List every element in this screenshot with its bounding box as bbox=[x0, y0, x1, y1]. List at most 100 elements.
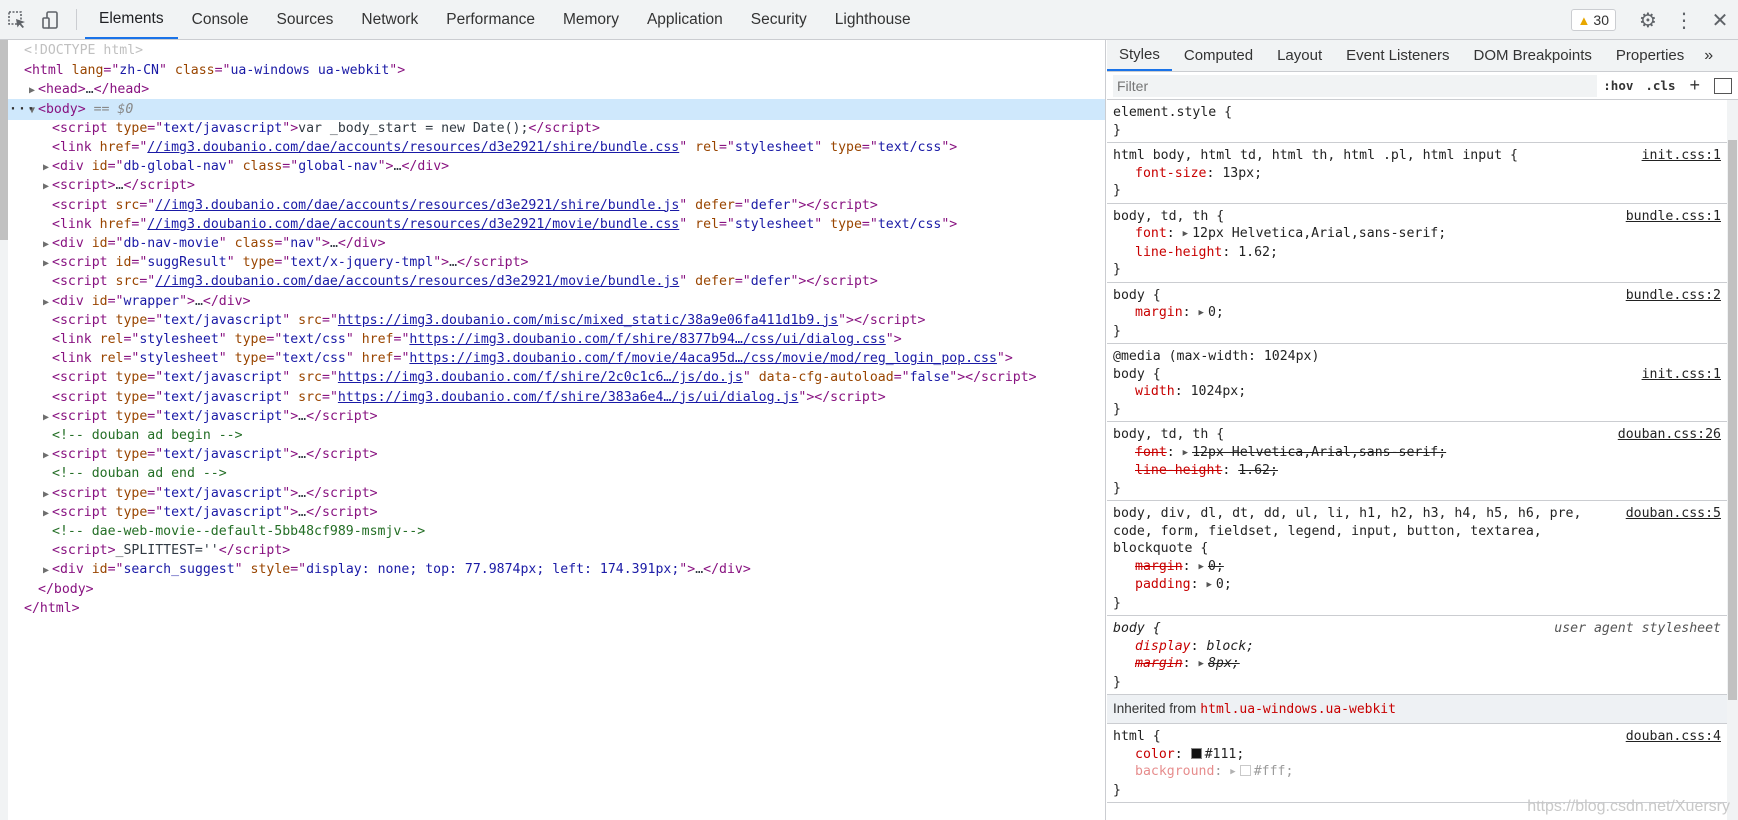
inherited-from-selector[interactable]: html.ua-windows.ua-webkit bbox=[1200, 702, 1396, 717]
dom-node-line[interactable]: ▶ <script type="text/javascript">…</scrip… bbox=[8, 502, 1105, 523]
property-name[interactable]: font-size bbox=[1135, 166, 1206, 181]
dom-node-line[interactable]: <link href="//img3.doubanio.com/dae/acco… bbox=[8, 137, 1105, 158]
stylesheet-source-link[interactable]: douban.css:26 bbox=[1618, 426, 1721, 444]
property-value[interactable]: block; bbox=[1206, 639, 1254, 654]
dom-node-line[interactable]: ▶ <div id="wrapper">…</div> bbox=[8, 291, 1105, 312]
dom-node-line[interactable]: <link rel="stylesheet" type="text/css" h… bbox=[8, 348, 1105, 369]
stylesheet-source-link[interactable]: init.css:1 bbox=[1642, 147, 1721, 165]
subtab-properties[interactable]: Properties bbox=[1604, 40, 1696, 71]
tab-security[interactable]: Security bbox=[737, 0, 821, 39]
css-declaration[interactable]: font: ▶ 12px Helvetica,Arial,sans-serif; bbox=[1113, 225, 1721, 244]
expand-shorthand-icon[interactable]: ▶ bbox=[1199, 559, 1204, 577]
css-declaration[interactable]: line-height: 1.62; bbox=[1113, 244, 1721, 262]
property-name[interactable]: line-height bbox=[1135, 245, 1222, 260]
dom-node-line[interactable]: <!-- dae-web-movie--default-5bb48cf989-m… bbox=[8, 521, 1105, 542]
tab-network[interactable]: Network bbox=[347, 0, 432, 39]
tab-console[interactable]: Console bbox=[178, 0, 263, 39]
property-name[interactable]: margin bbox=[1135, 305, 1183, 320]
tab-memory[interactable]: Memory bbox=[549, 0, 633, 39]
property-value[interactable]: 0; bbox=[1208, 305, 1224, 320]
property-value[interactable]: 8px; bbox=[1208, 656, 1240, 671]
expand-shorthand-icon[interactable]: ▶ bbox=[1183, 445, 1188, 463]
subtab-layout[interactable]: Layout bbox=[1265, 40, 1334, 71]
property-value[interactable]: 1.62; bbox=[1238, 463, 1278, 478]
stylesheet-source-link[interactable]: init.css:1 bbox=[1642, 366, 1721, 384]
expand-shorthand-icon[interactable]: ▶ bbox=[1199, 305, 1204, 323]
expand-shorthand-icon[interactable]: ▶ bbox=[1183, 226, 1188, 244]
property-name[interactable]: width bbox=[1135, 384, 1175, 399]
css-declaration[interactable]: background: ▶ #fff; bbox=[1113, 763, 1721, 782]
css-declaration[interactable]: margin: ▶ 0; bbox=[1113, 558, 1721, 577]
doctype-line[interactable]: <!DOCTYPE html> bbox=[8, 40, 1105, 61]
dom-node-line[interactable]: ▶ <script type="text/javascript">…</scrip… bbox=[8, 406, 1105, 427]
property-value[interactable]: 12px Helvetica,Arial,sans-serif; bbox=[1192, 226, 1446, 241]
styles-filter-input[interactable] bbox=[1113, 74, 1598, 97]
device-toolbar-icon[interactable] bbox=[34, 0, 68, 39]
dom-node-line[interactable]: <!-- douban ad end --> bbox=[8, 463, 1105, 484]
more-tabs-chevron-icon[interactable]: » bbox=[1696, 40, 1721, 71]
subtab-event-listeners[interactable]: Event Listeners bbox=[1334, 40, 1461, 71]
color-swatch[interactable] bbox=[1190, 747, 1202, 759]
scrollbar-thumb[interactable] bbox=[0, 40, 8, 240]
node-actions-ellipsis-icon[interactable]: ··· bbox=[9, 99, 36, 120]
rule-selector[interactable]: html body, html td, html th, html .pl, h… bbox=[1113, 147, 1721, 165]
subtab-dom-breakpoints[interactable]: DOM Breakpoints bbox=[1462, 40, 1604, 71]
property-name[interactable]: display bbox=[1135, 639, 1191, 654]
expand-shorthand-icon[interactable]: ▶ bbox=[1199, 656, 1204, 674]
tab-lighthouse[interactable]: Lighthouse bbox=[821, 0, 925, 39]
dom-node-line[interactable]: <script type="text/javascript">var _body… bbox=[8, 118, 1105, 139]
stylesheet-source-link[interactable]: douban.css:4 bbox=[1626, 728, 1721, 746]
dom-node-line[interactable]: <script src="//img3.doubanio.com/dae/acc… bbox=[8, 271, 1105, 292]
dom-node-line[interactable]: <script type="text/javascript" src="http… bbox=[8, 310, 1105, 331]
tab-elements[interactable]: Elements bbox=[85, 0, 178, 39]
dom-node-selected[interactable]: ▼ <body> == $0 ··· bbox=[8, 98, 1105, 120]
dom-node-line[interactable]: ▶ <head>…</head> bbox=[8, 79, 1105, 100]
scrollbar-thumb[interactable] bbox=[1728, 140, 1737, 700]
expand-shorthand-icon[interactable]: ▶ bbox=[1230, 764, 1235, 782]
css-declaration[interactable]: font-size: 13px; bbox=[1113, 165, 1721, 183]
css-declaration[interactable]: line-height: 1.62; bbox=[1113, 462, 1721, 480]
toggle-sidebar-icon[interactable] bbox=[1714, 77, 1732, 94]
dom-node-line[interactable]: ▶ <script id="suggResult" type="text/x-jq… bbox=[8, 252, 1105, 273]
css-declaration[interactable]: margin: ▶ 8px; bbox=[1113, 655, 1721, 674]
tab-application[interactable]: Application bbox=[633, 0, 737, 39]
property-value[interactable]: 0; bbox=[1208, 559, 1224, 574]
class-toggle[interactable]: .cls bbox=[1639, 78, 1681, 93]
css-declaration[interactable]: padding: ▶ 0; bbox=[1113, 576, 1721, 595]
property-value[interactable]: 1.62; bbox=[1238, 245, 1278, 260]
rule-selector[interactable]: element.style { bbox=[1113, 104, 1721, 122]
property-value[interactable]: #fff; bbox=[1254, 764, 1294, 779]
property-name[interactable]: color bbox=[1135, 747, 1175, 762]
dom-node-line[interactable]: <link rel="stylesheet" type="text/css" h… bbox=[8, 329, 1105, 350]
property-name[interactable]: background bbox=[1135, 764, 1214, 779]
hover-state-toggle[interactable]: :hov bbox=[1597, 78, 1639, 93]
dom-node-line[interactable]: ▶ <div id="db-global-nav" class="global-n… bbox=[8, 156, 1105, 177]
warnings-badge[interactable]: ▲ 30 bbox=[1570, 9, 1616, 31]
styles-scrollbar[interactable] bbox=[1727, 100, 1738, 820]
css-declaration[interactable]: display: block; bbox=[1113, 638, 1721, 656]
color-swatch[interactable] bbox=[1239, 765, 1251, 776]
css-declaration[interactable]: color: #111; bbox=[1113, 746, 1721, 764]
property-value[interactable]: 1024px; bbox=[1191, 384, 1247, 399]
css-declaration[interactable]: font: ▶ 12px Helvetica,Arial,sans-serif; bbox=[1113, 444, 1721, 463]
property-name[interactable]: margin bbox=[1135, 559, 1183, 574]
dom-node-line[interactable]: ▶ <script>…</script> bbox=[8, 175, 1105, 196]
stylesheet-source-link[interactable]: bundle.css:2 bbox=[1626, 287, 1721, 305]
inspect-element-icon[interactable] bbox=[0, 0, 34, 39]
css-declaration[interactable]: width: 1024px; bbox=[1113, 383, 1721, 401]
close-devtools-icon[interactable]: ✕ bbox=[1702, 0, 1738, 40]
dom-node-line[interactable]: ▶ <script type="text/javascript">…</scrip… bbox=[8, 483, 1105, 504]
dom-node-line[interactable]: ▶ <div id="search_suggest" style="display… bbox=[8, 559, 1105, 580]
property-name[interactable]: padding bbox=[1135, 577, 1191, 592]
dom-node-line[interactable]: <!-- douban ad begin --> bbox=[8, 425, 1105, 446]
stylesheet-source-link[interactable]: bundle.css:1 bbox=[1626, 208, 1721, 226]
dom-node-line[interactable]: <script type="text/javascript" src="http… bbox=[8, 367, 1105, 388]
tab-performance[interactable]: Performance bbox=[432, 0, 549, 39]
dom-node-line[interactable]: <script>_SPLITTEST=''</script> bbox=[8, 540, 1105, 561]
property-name[interactable]: line-height bbox=[1135, 463, 1222, 478]
new-style-rule-button[interactable]: + bbox=[1681, 75, 1708, 96]
property-name[interactable]: font bbox=[1135, 445, 1167, 460]
property-value[interactable]: 12px Helvetica,Arial,sans-serif; bbox=[1192, 445, 1446, 460]
settings-gear-icon[interactable]: ⚙ bbox=[1630, 0, 1666, 40]
stylesheet-source-link[interactable]: douban.css:5 bbox=[1626, 505, 1721, 523]
